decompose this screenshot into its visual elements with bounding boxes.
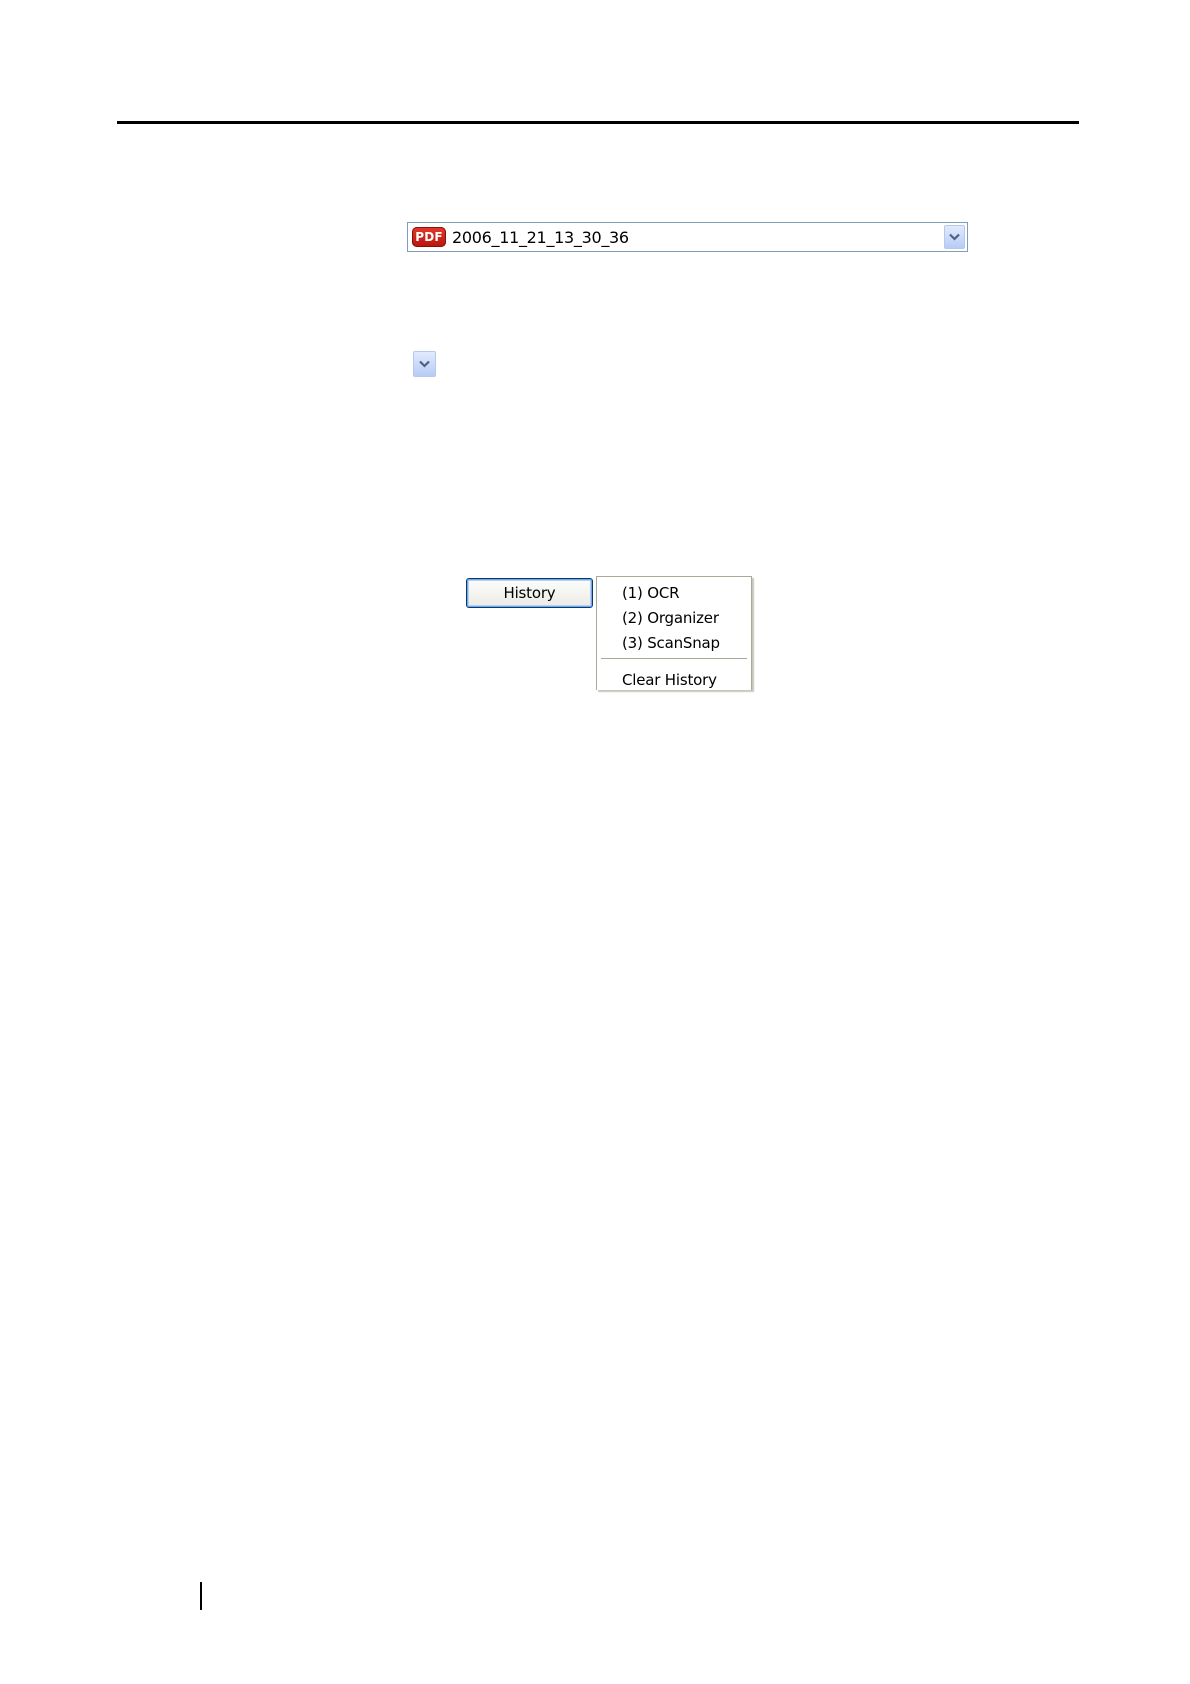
selected-file-name: 2006_11_21_13_30_36: [452, 227, 629, 247]
footer-rule: [200, 1582, 202, 1610]
history-button[interactable]: History: [466, 578, 593, 608]
clear-history-menu-item[interactable]: Clear History: [622, 671, 717, 689]
menu-separator: [601, 658, 747, 659]
pdf-icon: PDF: [412, 227, 446, 247]
history-menu-item-scansnap[interactable]: (3) ScanSnap: [622, 634, 720, 652]
history-menu-item-ocr[interactable]: (1) OCR: [622, 584, 680, 602]
history-menu: (1) OCR (2) Organizer (3) ScanSnap Clear…: [596, 576, 752, 690]
chevron-down-icon: [419, 360, 430, 368]
file-select-dropdown[interactable]: PDF 2006_11_21_13_30_36: [407, 222, 968, 252]
history-menu-item-organizer[interactable]: (2) Organizer: [622, 609, 719, 627]
dropdown-arrow-button-standalone[interactable]: [413, 351, 436, 377]
chevron-down-icon: [949, 233, 960, 241]
header-rule: [117, 121, 1079, 124]
dropdown-arrow-button[interactable]: [944, 225, 965, 249]
